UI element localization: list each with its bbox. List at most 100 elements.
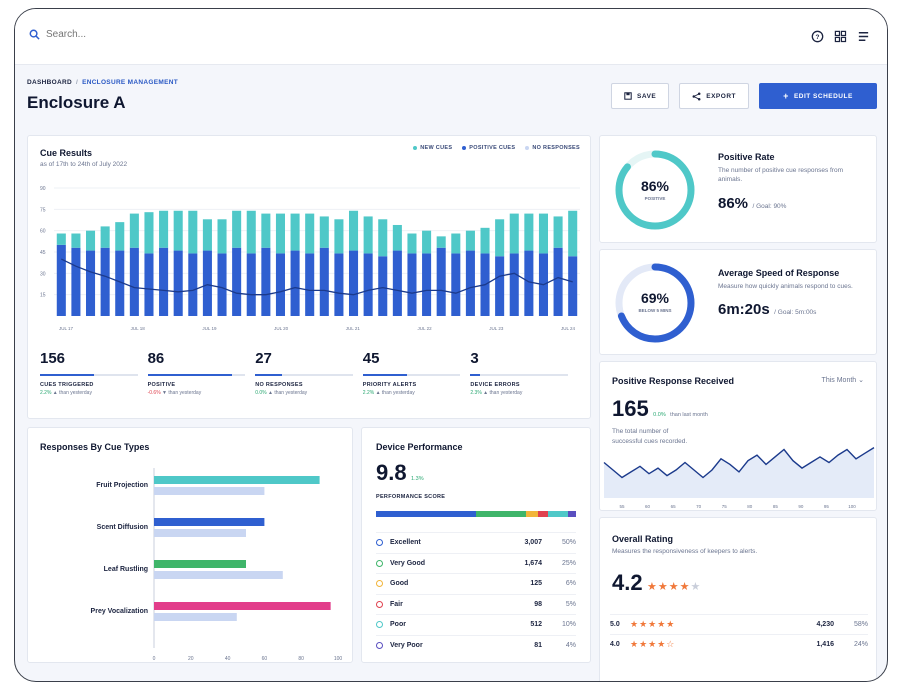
- stat-fill: [362, 374, 407, 376]
- category-label: Prey Vocalization: [91, 608, 148, 615]
- save-icon: [624, 92, 632, 100]
- x-tick-label: 20: [188, 656, 194, 662]
- export-label: EXPORT: [706, 92, 736, 100]
- svg-text:?: ?: [816, 34, 820, 41]
- stat-value: 27: [255, 350, 272, 367]
- bar-positive: [407, 253, 417, 316]
- average-speed-card: 69% BELOW 5 MINS Average Speed of Respon…: [599, 249, 877, 355]
- stat-cues-triggered: 156 CUES TRIGGERED 2.2% ▲ than yesterday: [40, 350, 148, 396]
- bar-new: [509, 213, 519, 254]
- plus-icon: +: [783, 91, 789, 101]
- bar-new: [538, 213, 549, 254]
- export-button[interactable]: EXPORT: [679, 83, 749, 109]
- stat-device-errors: 3 DEVICE ERRORS 2.3% ▲ than yesterday: [470, 350, 578, 396]
- overall-rating-card: Overall Rating Measures the responsivene…: [599, 517, 877, 681]
- bar-positive: [261, 247, 271, 316]
- responses-by-cue-card: Responses By Cue Types Fruit Projection S…: [27, 427, 353, 663]
- legend-item[interactable]: NEW CUES: [413, 145, 452, 151]
- ring-icon: [376, 580, 383, 588]
- stat-positive: 86 POSITIVE -0.6% ▼ than yesterday: [147, 350, 256, 396]
- response-received-card: Positive Response Received This Month ⌄ …: [599, 361, 877, 511]
- bar-new: [334, 219, 344, 254]
- menu-icon[interactable]: [856, 29, 871, 44]
- bar-secondary: [154, 571, 283, 579]
- response-received-title: Positive Response Received: [612, 376, 735, 386]
- cue-types-chart: Fruit Projection Scent Diffusion Leaf Rust…: [91, 468, 343, 662]
- bar-positive: [465, 250, 475, 316]
- ring-label: BELOW 5 MINS: [638, 308, 672, 313]
- search-input[interactable]: [46, 29, 206, 40]
- grid-icon[interactable]: [833, 29, 848, 44]
- bar-secondary: [154, 487, 265, 495]
- bar-positive: [56, 244, 66, 316]
- performance-score: 9.8: [376, 460, 407, 485]
- cue-results-subtitle: as of 17th to 24th of July 2022: [40, 161, 128, 168]
- response-desc-line1: The total number of: [612, 428, 669, 435]
- rating-row: 5.0 ★★★★★ 4,230 58%: [610, 614, 868, 634]
- bar-positive: [144, 253, 154, 316]
- bar-positive: [553, 247, 563, 316]
- legend-item[interactable]: POSITIVE CUES: [462, 145, 515, 151]
- search-box[interactable]: [29, 29, 206, 40]
- y-tick-label: 45: [40, 250, 46, 256]
- save-button[interactable]: SAVE: [611, 83, 670, 109]
- bar-new: [246, 210, 256, 254]
- response-change-suffix: than last month: [670, 412, 708, 418]
- period-select[interactable]: This Month ⌄: [822, 376, 864, 384]
- x-tick-label: 0: [153, 656, 156, 662]
- bar-primary: [154, 476, 320, 484]
- y-tick-label: 15: [40, 293, 46, 299]
- bar-positive: [422, 253, 432, 316]
- bar-new: [290, 213, 300, 251]
- bar-new: [100, 226, 110, 248]
- star-icon: ★★★★★: [630, 619, 676, 629]
- x-tick-label: 70: [696, 504, 702, 509]
- legend-item[interactable]: NO RESPONSES: [525, 145, 580, 151]
- category-label: Leaf Rustling: [104, 566, 148, 573]
- breadcrumb: DASHBOARD / ENCLOSURE MANAGEMENT: [27, 79, 178, 86]
- bar-positive: [319, 247, 329, 316]
- bar-positive: [334, 253, 344, 316]
- x-tick-label: JUL 18: [131, 326, 146, 331]
- stat-label: NO RESPONSES: [255, 382, 303, 388]
- performance-row: Poor 512 10%: [376, 614, 576, 635]
- ring-icon: [376, 559, 383, 567]
- stat-label: POSITIVE: [147, 382, 176, 388]
- bar-positive: [202, 250, 212, 316]
- bar-new: [261, 213, 271, 248]
- bar-positive: [71, 247, 81, 316]
- x-tick-label: JUL 20: [274, 326, 289, 331]
- stat-value: 86: [147, 350, 165, 367]
- x-tick-label: 100: [334, 656, 343, 662]
- x-tick-label: JUL 19: [202, 326, 217, 331]
- speed-title: Average Speed of Response: [718, 268, 840, 278]
- breadcrumb-root[interactable]: DASHBOARD: [27, 79, 72, 86]
- help-icon[interactable]: ?: [810, 29, 825, 44]
- bar-new: [392, 224, 402, 251]
- x-tick-label: 75: [722, 504, 728, 509]
- ring-value: 86%: [640, 178, 670, 194]
- ring-value: 69%: [640, 290, 670, 306]
- edit-schedule-button[interactable]: + EDIT SCHEDULE: [759, 83, 877, 109]
- response-received-value: 165: [612, 396, 649, 421]
- overall-value: 4.2: [612, 570, 643, 595]
- x-tick-label: 60: [262, 656, 268, 662]
- stack-segment: [568, 511, 576, 517]
- response-area-chart: 55 60 65 70 75 80 85 90 95 100: [603, 447, 875, 509]
- y-tick-label: 75: [40, 207, 46, 213]
- bar-positive: [290, 250, 300, 316]
- bar-primary: [154, 518, 265, 526]
- breadcrumb-current[interactable]: ENCLOSURE MANAGEMENT: [82, 79, 178, 86]
- ring-icon: [376, 600, 383, 608]
- ring-label: POSITIVE: [644, 196, 666, 201]
- ring-icon: [376, 641, 383, 649]
- bar-new: [188, 210, 198, 254]
- bar-new: [495, 219, 505, 257]
- positive-rate-big: 86%: [718, 194, 749, 212]
- x-tick-label: 80: [747, 504, 753, 509]
- x-tick-label: JUL 21: [346, 326, 361, 331]
- x-tick-label: JUL 22: [418, 326, 433, 331]
- edit-schedule-label: EDIT SCHEDULE: [793, 92, 853, 100]
- performance-score-label: PERFORMANCE SCORE: [376, 494, 446, 500]
- bar-new: [568, 210, 578, 257]
